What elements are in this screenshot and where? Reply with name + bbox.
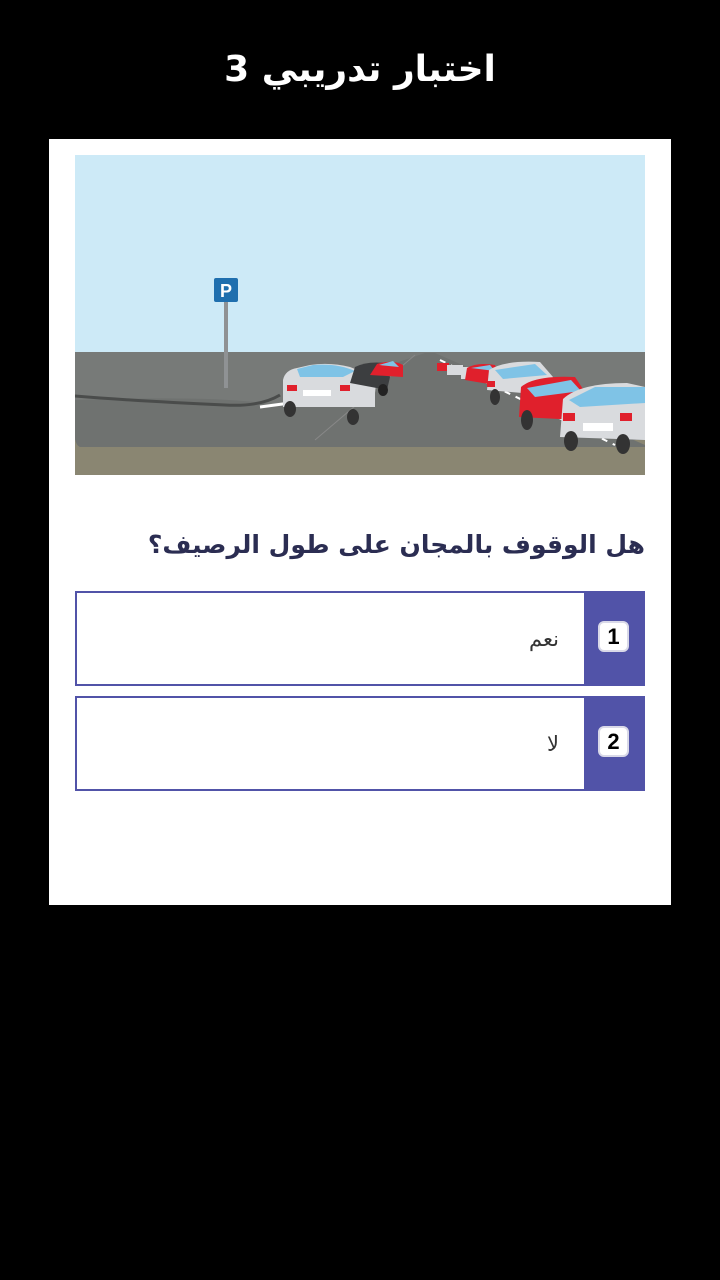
- sign-pole: [224, 300, 228, 388]
- option-number-badge: 1: [598, 621, 629, 652]
- option-number-panel: 2: [584, 696, 645, 791]
- answer-option-1[interactable]: 1 نعم: [75, 591, 645, 686]
- option-number-panel: 1: [584, 591, 645, 686]
- parking-sign-letter: P: [220, 281, 232, 301]
- question-illustration: P: [75, 155, 645, 475]
- question-card: P هل الوقوف بالمجان على طول الرصيف؟ 1 نع…: [49, 139, 671, 905]
- question-text: هل الوقوف بالمجان على طول الرصيف؟: [147, 530, 645, 559]
- option-label: لا: [547, 732, 559, 756]
- answer-option-2[interactable]: 2 لا: [75, 696, 645, 791]
- option-number-badge: 2: [598, 726, 629, 757]
- page-title: اختبار تدريبي 3: [224, 49, 496, 90]
- option-label: نعم: [529, 627, 559, 651]
